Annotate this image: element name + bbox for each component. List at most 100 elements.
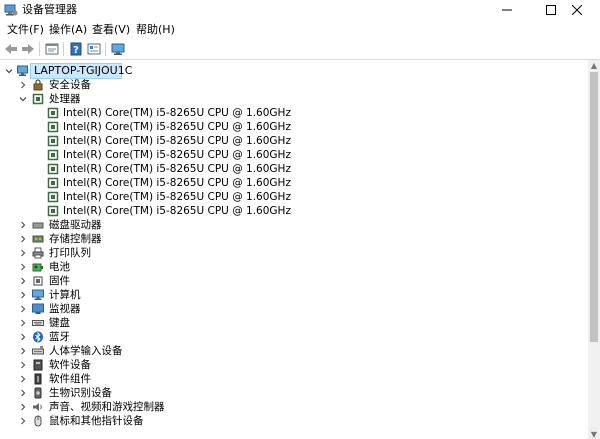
details-icon [87,43,101,55]
chevron-right-icon[interactable] [18,78,28,92]
category-label: 存储控制器 [49,233,102,245]
category-label: 生物识别设备 [49,387,112,399]
close-button[interactable] [554,0,600,20]
category-label: 鼠标和其他指针设备 [49,415,144,427]
tree-device-cpu[interactable]: Intel(R) Core(TM) i5-8265U CPU @ 1.60GHz [0,204,588,218]
chevron-right-icon[interactable] [18,414,28,428]
chevron-right-icon[interactable] [18,274,28,288]
tree-category-batteries[interactable]: 电池 [0,260,588,274]
category-label: 键盘 [49,317,70,329]
category-label: 计算机 [49,289,81,301]
svg-text:?: ? [73,45,79,56]
tree-device-cpu[interactable]: Intel(R) Core(TM) i5-8265U CPU @ 1.60GHz [0,134,588,148]
tree-category-software-devices[interactable]: 软件设备 [0,358,588,372]
keyboard-icon [32,316,44,330]
category-label: 打印队列 [49,247,91,259]
chevron-right-icon[interactable] [18,372,28,386]
device-label: Intel(R) Core(TM) i5-8265U CPU @ 1.60GHz [63,149,291,161]
processor-icon [47,148,59,162]
help-button[interactable]: ? [68,41,84,57]
mouse-icon [32,414,44,428]
scroll-up-icon[interactable]: ▲ [588,60,600,70]
category-label: 监视器 [49,303,81,315]
tree-device-cpu[interactable]: Intel(R) Core(TM) i5-8265U CPU @ 1.60GHz [0,106,588,120]
chevron-right-icon[interactable] [18,302,28,316]
monitor-icon [111,43,125,55]
tree-category-security[interactable]: 安全设备 [0,78,588,92]
properties-button[interactable] [44,41,60,57]
disk-drive-icon [32,218,44,232]
chevron-right-icon[interactable] [18,218,28,232]
title-bar[interactable]: 设备管理器 [0,0,600,20]
chevron-right-icon[interactable] [18,246,28,260]
chevron-down-icon[interactable] [18,92,28,106]
device-label: Intel(R) Core(TM) i5-8265U CPU @ 1.60GHz [63,107,291,119]
chevron-right-icon[interactable] [18,358,28,372]
details-button[interactable] [86,41,102,57]
chevron-right-icon[interactable] [18,344,28,358]
menu-help[interactable]: 帮助(H) [134,22,177,38]
computer-icon [17,64,29,78]
forward-button[interactable] [20,41,36,57]
processor-icon [47,190,59,204]
device-manager-window: 设备管理器 文件(F) 操作(A) 查看(V) 帮助(H) ? LAPTOP-T… [0,0,600,439]
tree-category-disk-drives[interactable]: 磁盘驱动器 [0,218,588,232]
tree-category-sound[interactable]: 声音、视频和游戏控制器 [0,400,588,414]
software-component-icon [32,372,44,386]
processor-icon [47,176,59,190]
menu-file[interactable]: 文件(F) [5,22,46,38]
tree-device-cpu[interactable]: Intel(R) Core(TM) i5-8265U CPU @ 1.60GHz [0,120,588,134]
back-icon [5,44,17,54]
back-button[interactable] [3,41,19,57]
battery-icon [32,260,44,274]
computer-icon [32,288,44,302]
device-label: Intel(R) Core(TM) i5-8265U CPU @ 1.60GHz [63,121,291,133]
chevron-right-icon[interactable] [18,232,28,246]
tree-category-firmware[interactable]: 固件 [0,274,588,288]
menu-action[interactable]: 操作(A) [47,22,89,38]
device-label: Intel(R) Core(TM) i5-8265U CPU @ 1.60GHz [63,191,291,203]
tree-device-cpu[interactable]: Intel(R) Core(TM) i5-8265U CPU @ 1.60GHz [0,190,588,204]
processor-icon [32,92,44,106]
tree-device-cpu[interactable]: Intel(R) Core(TM) i5-8265U CPU @ 1.60GHz [0,148,588,162]
biometric-icon [32,386,44,400]
sound-icon [32,400,44,414]
security-device-icon [32,78,44,92]
tree-category-processor[interactable]: 处理器 [0,92,588,106]
chevron-right-icon[interactable] [18,386,28,400]
tree-category-bluetooth[interactable]: 蓝牙 [0,330,588,344]
scroll-down-icon[interactable]: ▼ [588,429,600,439]
close-icon [572,5,582,15]
tree-device-cpu[interactable]: Intel(R) Core(TM) i5-8265U CPU @ 1.60GHz [0,176,588,190]
tree-category-print-queues[interactable]: 打印队列 [0,246,588,260]
tree-category-software-components[interactable]: 软件组件 [0,372,588,386]
processor-icon [47,106,59,120]
menu-view[interactable]: 查看(V) [90,22,132,38]
tree-device-cpu[interactable]: Intel(R) Core(TM) i5-8265U CPU @ 1.60GHz [0,162,588,176]
toolbar: ? [0,39,600,60]
chevron-right-icon[interactable] [18,316,28,330]
category-label: 固件 [49,275,70,287]
tree-category-biometric[interactable]: 生物识别设备 [0,386,588,400]
tree-category-hid[interactable]: 人体学输入设备 [0,344,588,358]
tree-category-storage-controllers[interactable]: 存储控制器 [0,232,588,246]
monitor-icon [32,302,44,316]
chevron-right-icon[interactable] [18,288,28,302]
scrollbar-thumb[interactable] [590,72,598,342]
chevron-right-icon[interactable] [18,400,28,414]
chevron-down-icon[interactable] [4,64,14,78]
tree-category-mouse[interactable]: 鼠标和其他指针设备 [0,414,588,428]
category-label: 蓝牙 [49,331,70,343]
minimize-button[interactable] [484,0,530,20]
scan-hardware-button[interactable] [110,41,126,57]
chevron-right-icon[interactable] [18,330,28,344]
hid-icon [32,344,44,358]
device-label: Intel(R) Core(TM) i5-8265U CPU @ 1.60GHz [63,135,291,147]
chevron-right-icon[interactable] [18,260,28,274]
tree-category-keyboards[interactable]: 键盘 [0,316,588,330]
category-label: 软件组件 [49,373,91,385]
tree-category-computer[interactable]: 计算机 [0,288,588,302]
tree-category-monitors[interactable]: 监视器 [0,302,588,316]
tree-root[interactable]: LAPTOP-TGIJOU1C [0,63,588,79]
vertical-scrollbar[interactable]: ▲ ▼ [588,60,600,439]
